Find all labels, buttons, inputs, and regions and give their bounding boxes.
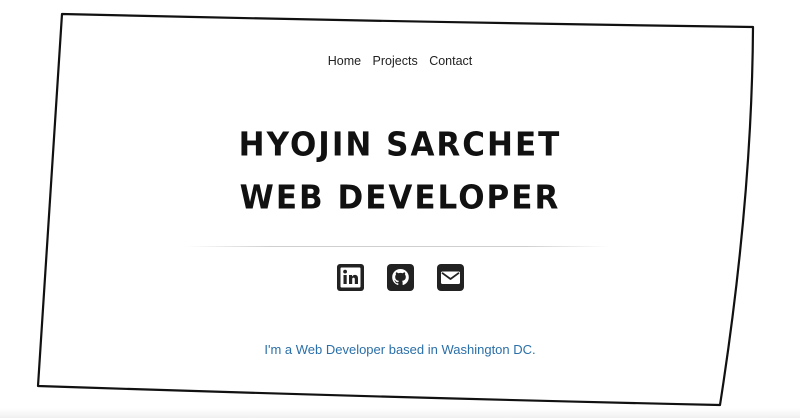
tagline: I'm a Web Developer based in Washington … [264,342,536,357]
github-icon [386,264,414,291]
social-links [0,264,800,291]
linkedin-link[interactable] [336,264,364,291]
nav-contact-link[interactable]: Contact [429,54,472,68]
nav-projects-link[interactable]: Projects [373,54,418,68]
hero-role: WEB DEVELOPER [239,179,561,217]
divider [185,246,610,247]
nav-home-link[interactable]: Home [328,54,361,68]
email-link[interactable] [436,264,464,291]
github-link[interactable] [386,264,414,291]
hero-name: HYOJIN SARCHET [238,126,562,164]
linkedin-icon [336,264,364,291]
bottom-shade [0,408,800,418]
main-nav: Home Projects Contact [0,54,800,68]
email-icon [436,264,464,291]
page: Home Projects Contact HYOJIN SARCHET WEB… [0,0,800,418]
